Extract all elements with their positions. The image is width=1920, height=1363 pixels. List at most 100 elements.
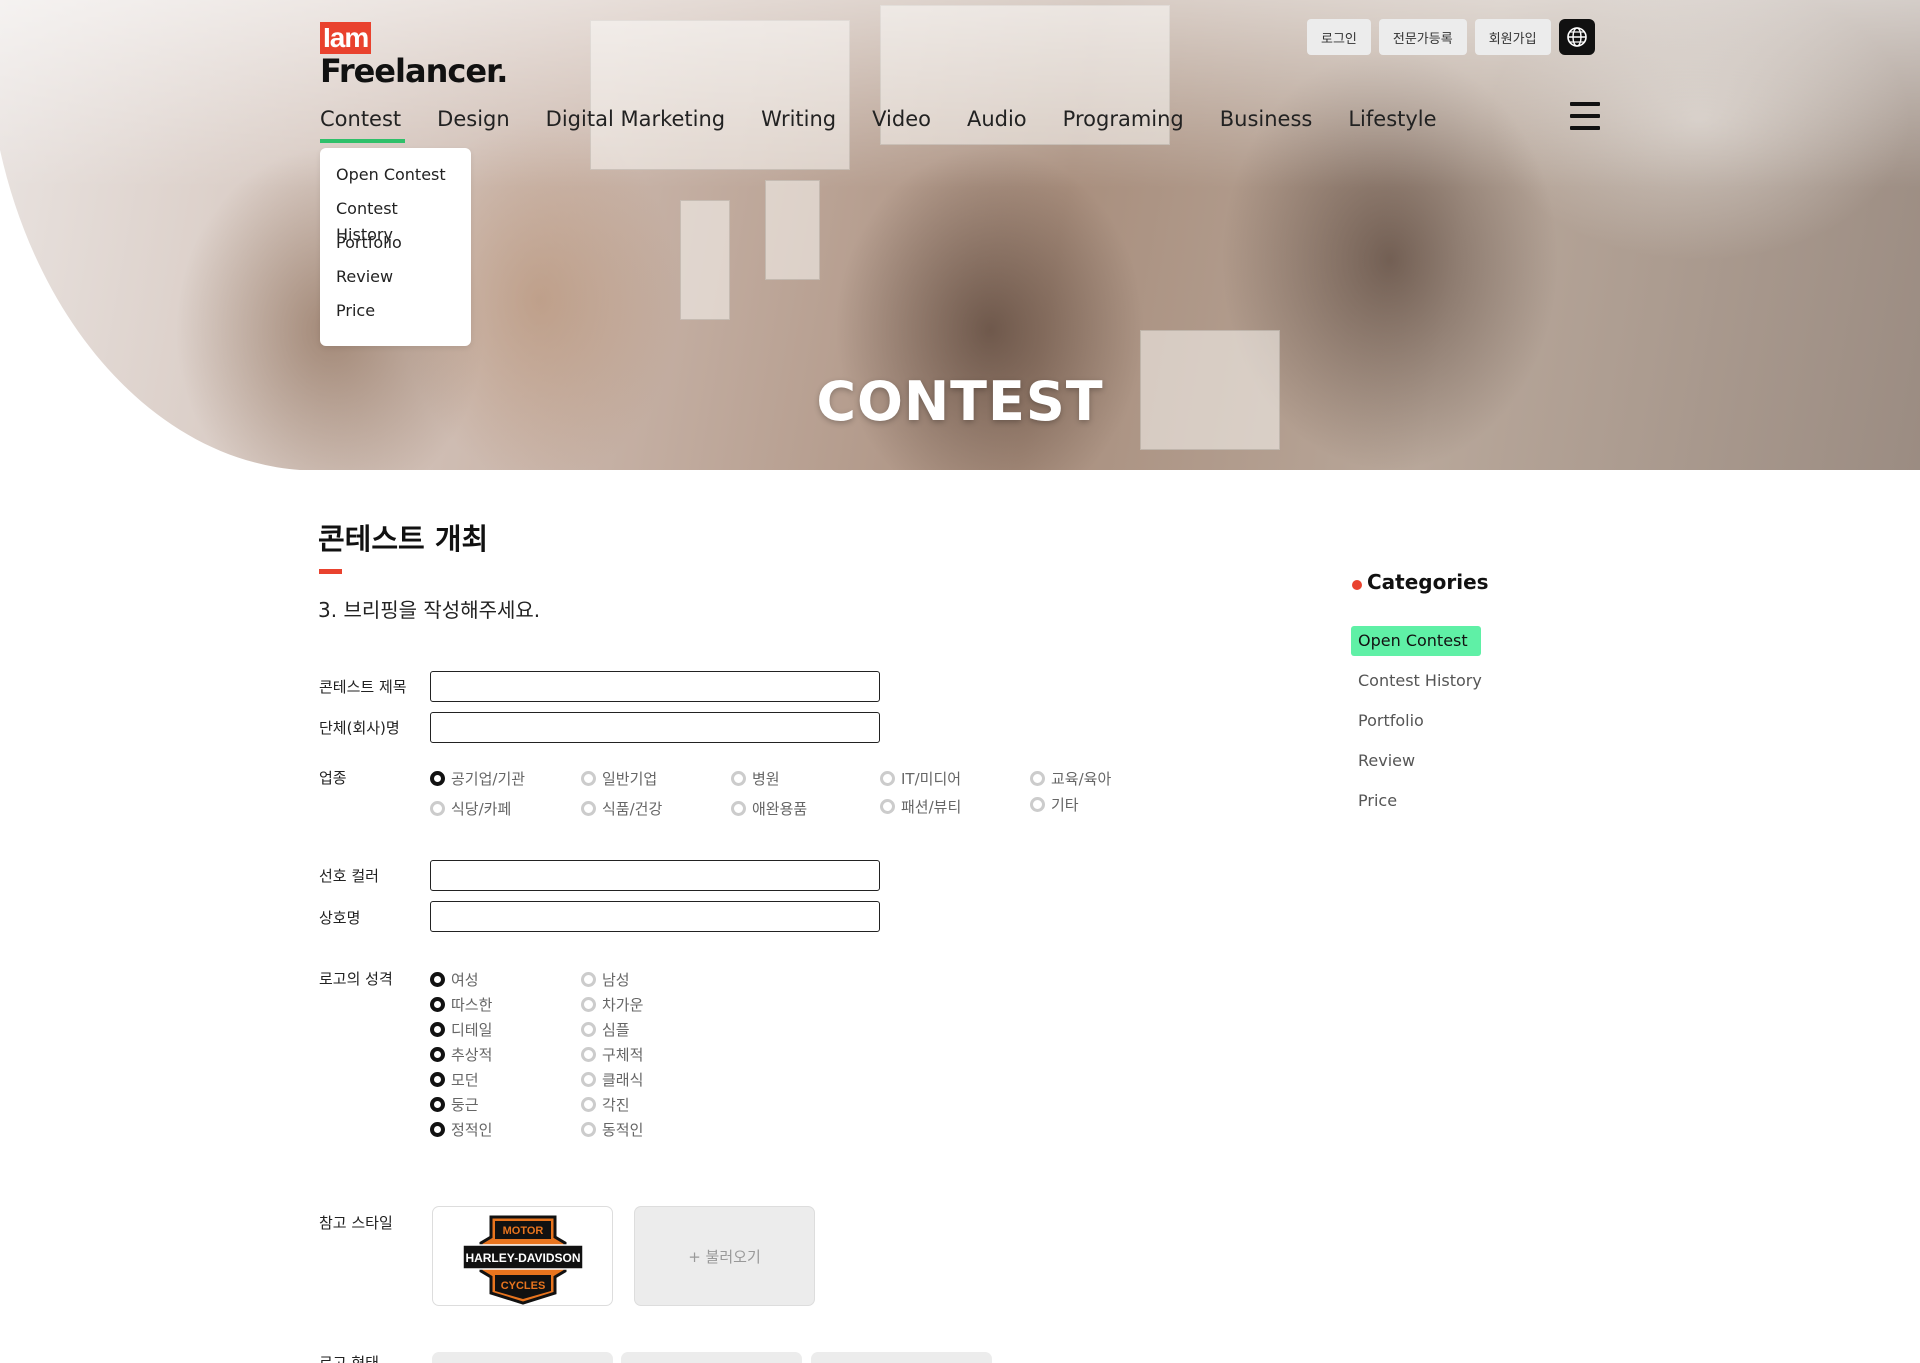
sidebar-item-price[interactable]: Price [1351,786,1404,816]
radio-icon [430,1122,445,1137]
radio-icon [581,771,596,786]
radio-icon [430,1072,445,1087]
reference-thumbnail[interactable]: MOTOR HARLEY-DAVIDSON CYCLES [432,1206,613,1306]
character-radio[interactable]: 여성 [430,969,479,990]
radio-icon [581,1022,596,1037]
radio-icon [581,801,596,816]
label-industry: 업종 [319,769,347,787]
industry-radio[interactable]: 기타 [1030,794,1079,815]
login-button[interactable]: 로그인 [1307,19,1371,55]
categories-bullet [1352,580,1362,590]
label-contest-title: 콘테스트 제목 [319,678,407,696]
dropdown-portfolio[interactable]: Portfolio [336,230,455,264]
menu-icon[interactable] [1570,102,1600,130]
character-radio[interactable]: 둥근 [430,1094,479,1115]
industry-radio[interactable]: 교육/육아 [1030,768,1111,789]
character-radio[interactable]: 따스한 [430,994,492,1015]
logo-form-option[interactable] [432,1352,613,1363]
character-radio[interactable]: 모던 [430,1069,479,1090]
radio-icon [581,1072,596,1087]
expert-register-button[interactable]: 전문가등록 [1378,19,1467,55]
logo-form-option[interactable] [621,1352,802,1363]
character-radio[interactable]: 구체적 [581,1044,643,1065]
org-name-input[interactable] [430,712,880,743]
dropdown-review[interactable]: Review [336,264,455,298]
nav-programing[interactable]: Programing [1063,107,1184,141]
site-logo[interactable]: Iam Freelancer. [320,22,508,90]
character-radio[interactable]: 클래식 [581,1069,643,1090]
radio-icon [880,771,895,786]
industry-radio[interactable]: 애완용품 [731,798,807,819]
svg-text:CYCLES: CYCLES [501,1280,546,1292]
character-radio[interactable]: 디테일 [430,1019,492,1040]
radio-icon [731,771,746,786]
industry-radio[interactable]: 식당/카페 [430,798,511,819]
radio-icon [430,997,445,1012]
radio-icon [581,997,596,1012]
industry-radio[interactable]: 패션/뷰티 [880,796,961,817]
nav-design[interactable]: Design [437,107,510,141]
radio-icon [430,1047,445,1062]
svg-text:MOTOR: MOTOR [503,1225,544,1237]
brand-name-input[interactable] [430,901,880,932]
industry-radio[interactable]: 일반기업 [581,768,657,789]
radio-icon [1030,797,1045,812]
industry-radio[interactable]: 식품/건강 [581,798,662,819]
radio-icon [430,1097,445,1112]
radio-icon [430,801,445,816]
pref-color-input[interactable] [430,860,880,891]
nav-audio[interactable]: Audio [967,107,1027,141]
nav-lifestyle[interactable]: Lifestyle [1348,107,1436,141]
label-brand-name: 상호명 [319,909,361,927]
logo-form-option[interactable] [811,1352,992,1363]
dropdown-contest-history[interactable]: Contest History [336,196,455,244]
label-logo-character: 로고의 성격 [319,970,393,988]
label-reference-style: 참고 스타일 [319,1214,393,1232]
sidebar-item-open-contest[interactable]: Open Contest [1351,626,1481,656]
industry-radio[interactable]: 병원 [731,768,780,789]
label-logo-form: 로고 형태 [319,1354,379,1363]
hero-title: CONTEST [816,370,1104,433]
radio-icon [731,801,746,816]
sidebar-item-contest-history[interactable]: Contest History [1351,666,1489,696]
top-buttons: 로그인 전문가등록 회원가입 [1307,19,1595,55]
radio-icon [581,1122,596,1137]
character-radio[interactable]: 정적인 [430,1119,492,1140]
sidebar-item-review[interactable]: Review [1351,746,1422,776]
sidebar-item-portfolio[interactable]: Portfolio [1351,706,1431,736]
logo-freelancer: Freelancer. [320,52,508,90]
radio-icon [1030,771,1045,786]
character-radio[interactable]: 남성 [581,969,630,990]
nav-video[interactable]: Video [872,107,931,141]
page-title: 콘테스트 개최 [318,522,489,556]
language-button[interactable] [1558,19,1595,55]
svg-text:HARLEY-DAVIDSON: HARLEY-DAVIDSON [465,1251,580,1265]
character-radio[interactable]: 동적인 [581,1119,643,1140]
dropdown-price[interactable]: Price [336,298,455,332]
character-radio[interactable]: 추상적 [430,1044,492,1065]
contest-title-input[interactable] [430,671,880,702]
contest-dropdown: Open Contest Contest History Portfolio R… [320,148,471,346]
industry-radio[interactable]: IT/미디어 [880,768,961,789]
character-radio[interactable]: 심플 [581,1019,630,1040]
character-radio[interactable]: 차가운 [581,994,643,1015]
main-nav: Contest Design Digital Marketing Writing… [320,107,1437,143]
radio-icon [880,799,895,814]
character-radio[interactable]: 각진 [581,1094,630,1115]
industry-radio[interactable]: 공기업/기관 [430,768,525,789]
logo-iam: Iam [320,22,372,54]
radio-icon [581,972,596,987]
nav-digital-marketing[interactable]: Digital Marketing [546,107,725,141]
categories-title: Categories [1367,570,1489,594]
step-instruction: 3. 브리핑을 작성해주세요. [318,598,541,622]
radio-icon [581,1097,596,1112]
title-underline [319,569,342,574]
signup-button[interactable]: 회원가입 [1474,19,1551,55]
add-reference-button[interactable]: + 불러오기 [634,1206,815,1306]
nav-business[interactable]: Business [1220,107,1313,141]
harley-davidson-logo: MOTOR HARLEY-DAVIDSON CYCLES [462,1215,584,1305]
globe-icon [1566,27,1587,47]
nav-contest[interactable]: Contest [320,107,406,143]
nav-writing[interactable]: Writing [761,107,836,141]
dropdown-open-contest[interactable]: Open Contest [336,162,455,196]
